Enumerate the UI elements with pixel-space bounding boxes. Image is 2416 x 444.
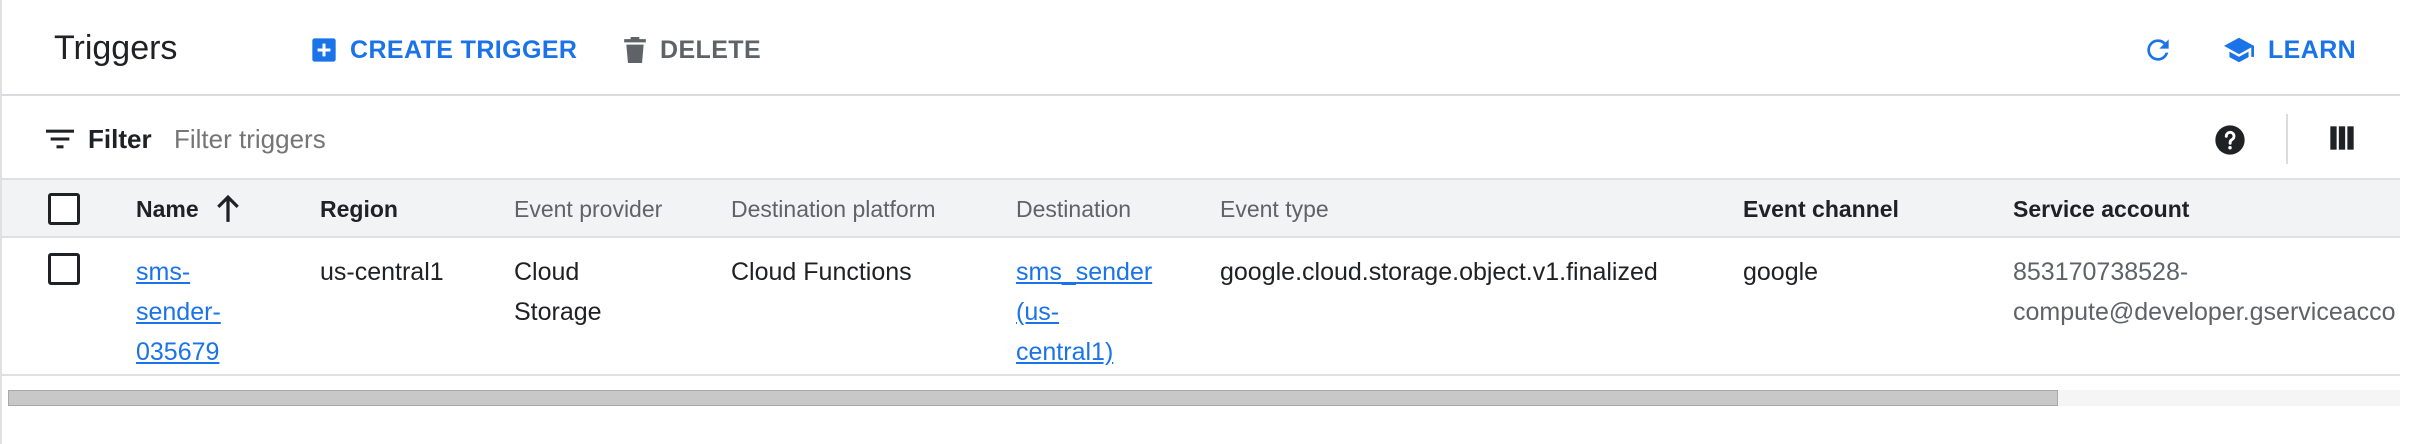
refresh-icon xyxy=(2142,34,2174,66)
trigger-name-line: 035679 xyxy=(136,338,220,366)
filter-bar: Filter xyxy=(2,98,2402,180)
add-box-icon xyxy=(310,36,338,64)
event-provider-line: Storage xyxy=(514,298,602,326)
school-icon xyxy=(2222,35,2256,65)
column-header-destination-platform[interactable]: Destination platform xyxy=(731,180,936,238)
arrow-up-icon xyxy=(215,195,241,223)
event-provider-cell: Cloud Storage xyxy=(514,252,602,332)
delete-button[interactable]: DELETE xyxy=(622,30,761,70)
trigger-name-line: sender- xyxy=(136,298,221,326)
delete-label: DELETE xyxy=(660,35,762,64)
toolbar-divider xyxy=(2286,114,2288,164)
table-header: Name Region Event provider Destination p… xyxy=(2,180,2402,238)
region-cell: us-central1 xyxy=(320,258,444,286)
destination-line: sms_sender xyxy=(1016,258,1153,286)
select-all-checkbox[interactable] xyxy=(48,193,80,225)
create-trigger-label: CREATE TRIGGER xyxy=(350,35,578,64)
event-provider-line: Cloud xyxy=(514,258,580,286)
column-header-name[interactable]: Name xyxy=(136,180,241,238)
event-channel-cell: google xyxy=(1743,258,1819,286)
filter-label: Filter xyxy=(88,123,152,154)
column-header-name-label: Name xyxy=(136,195,199,222)
destination-platform-cell: Cloud Functions xyxy=(731,258,912,286)
trigger-name-link[interactable]: sms- sender- 035679 xyxy=(136,252,221,372)
table-row: sms- sender- 035679 us-central1 Cloud St… xyxy=(2,238,2402,376)
event-type-cell: google.cloud.storage.object.v1.finalized xyxy=(1220,258,1658,286)
filter-input[interactable] xyxy=(174,120,974,158)
column-header-service-account[interactable]: Service account xyxy=(2013,180,2189,238)
filter-button[interactable]: Filter xyxy=(46,120,152,158)
column-header-region[interactable]: Region xyxy=(320,180,398,238)
create-trigger-button[interactable]: CREATE TRIGGER xyxy=(310,30,577,70)
row-checkbox[interactable] xyxy=(48,253,80,285)
learn-label: LEARN xyxy=(2268,35,2357,64)
destination-line: central1) xyxy=(1016,338,1114,366)
column-display-icon[interactable] xyxy=(2328,124,2358,154)
destination-link[interactable]: sms_sender (us- central1) xyxy=(1016,252,1152,372)
page-title: Triggers xyxy=(54,29,178,67)
refresh-button[interactable] xyxy=(2142,30,2174,70)
horizontal-scrollbar-thumb[interactable] xyxy=(8,390,2058,406)
help-icon[interactable] xyxy=(2214,124,2246,156)
page-header: Triggers CREATE TRIGGER DELETE LEARN xyxy=(2,0,2402,96)
filter-list-icon xyxy=(46,128,74,150)
trash-icon xyxy=(622,35,648,65)
column-header-event-channel[interactable]: Event channel xyxy=(1743,180,1899,238)
page-edge xyxy=(2400,0,2416,444)
destination-line: (us- xyxy=(1016,298,1060,326)
learn-button[interactable]: LEARN xyxy=(2222,30,2356,70)
trigger-name-line: sms- xyxy=(136,258,191,286)
column-header-event-provider[interactable]: Event provider xyxy=(514,180,662,238)
triggers-panel: Triggers CREATE TRIGGER DELETE LEARN Fil… xyxy=(0,0,2402,444)
column-header-event-type[interactable]: Event type xyxy=(1220,180,1329,238)
column-header-destination[interactable]: Destination xyxy=(1016,180,1131,238)
service-account-line: compute@developer.gserviceacco xyxy=(2013,298,2396,326)
service-account-line: 853170738528- xyxy=(2013,258,2189,286)
service-account-cell: 853170738528- compute@developer.gservice… xyxy=(2013,252,2396,332)
